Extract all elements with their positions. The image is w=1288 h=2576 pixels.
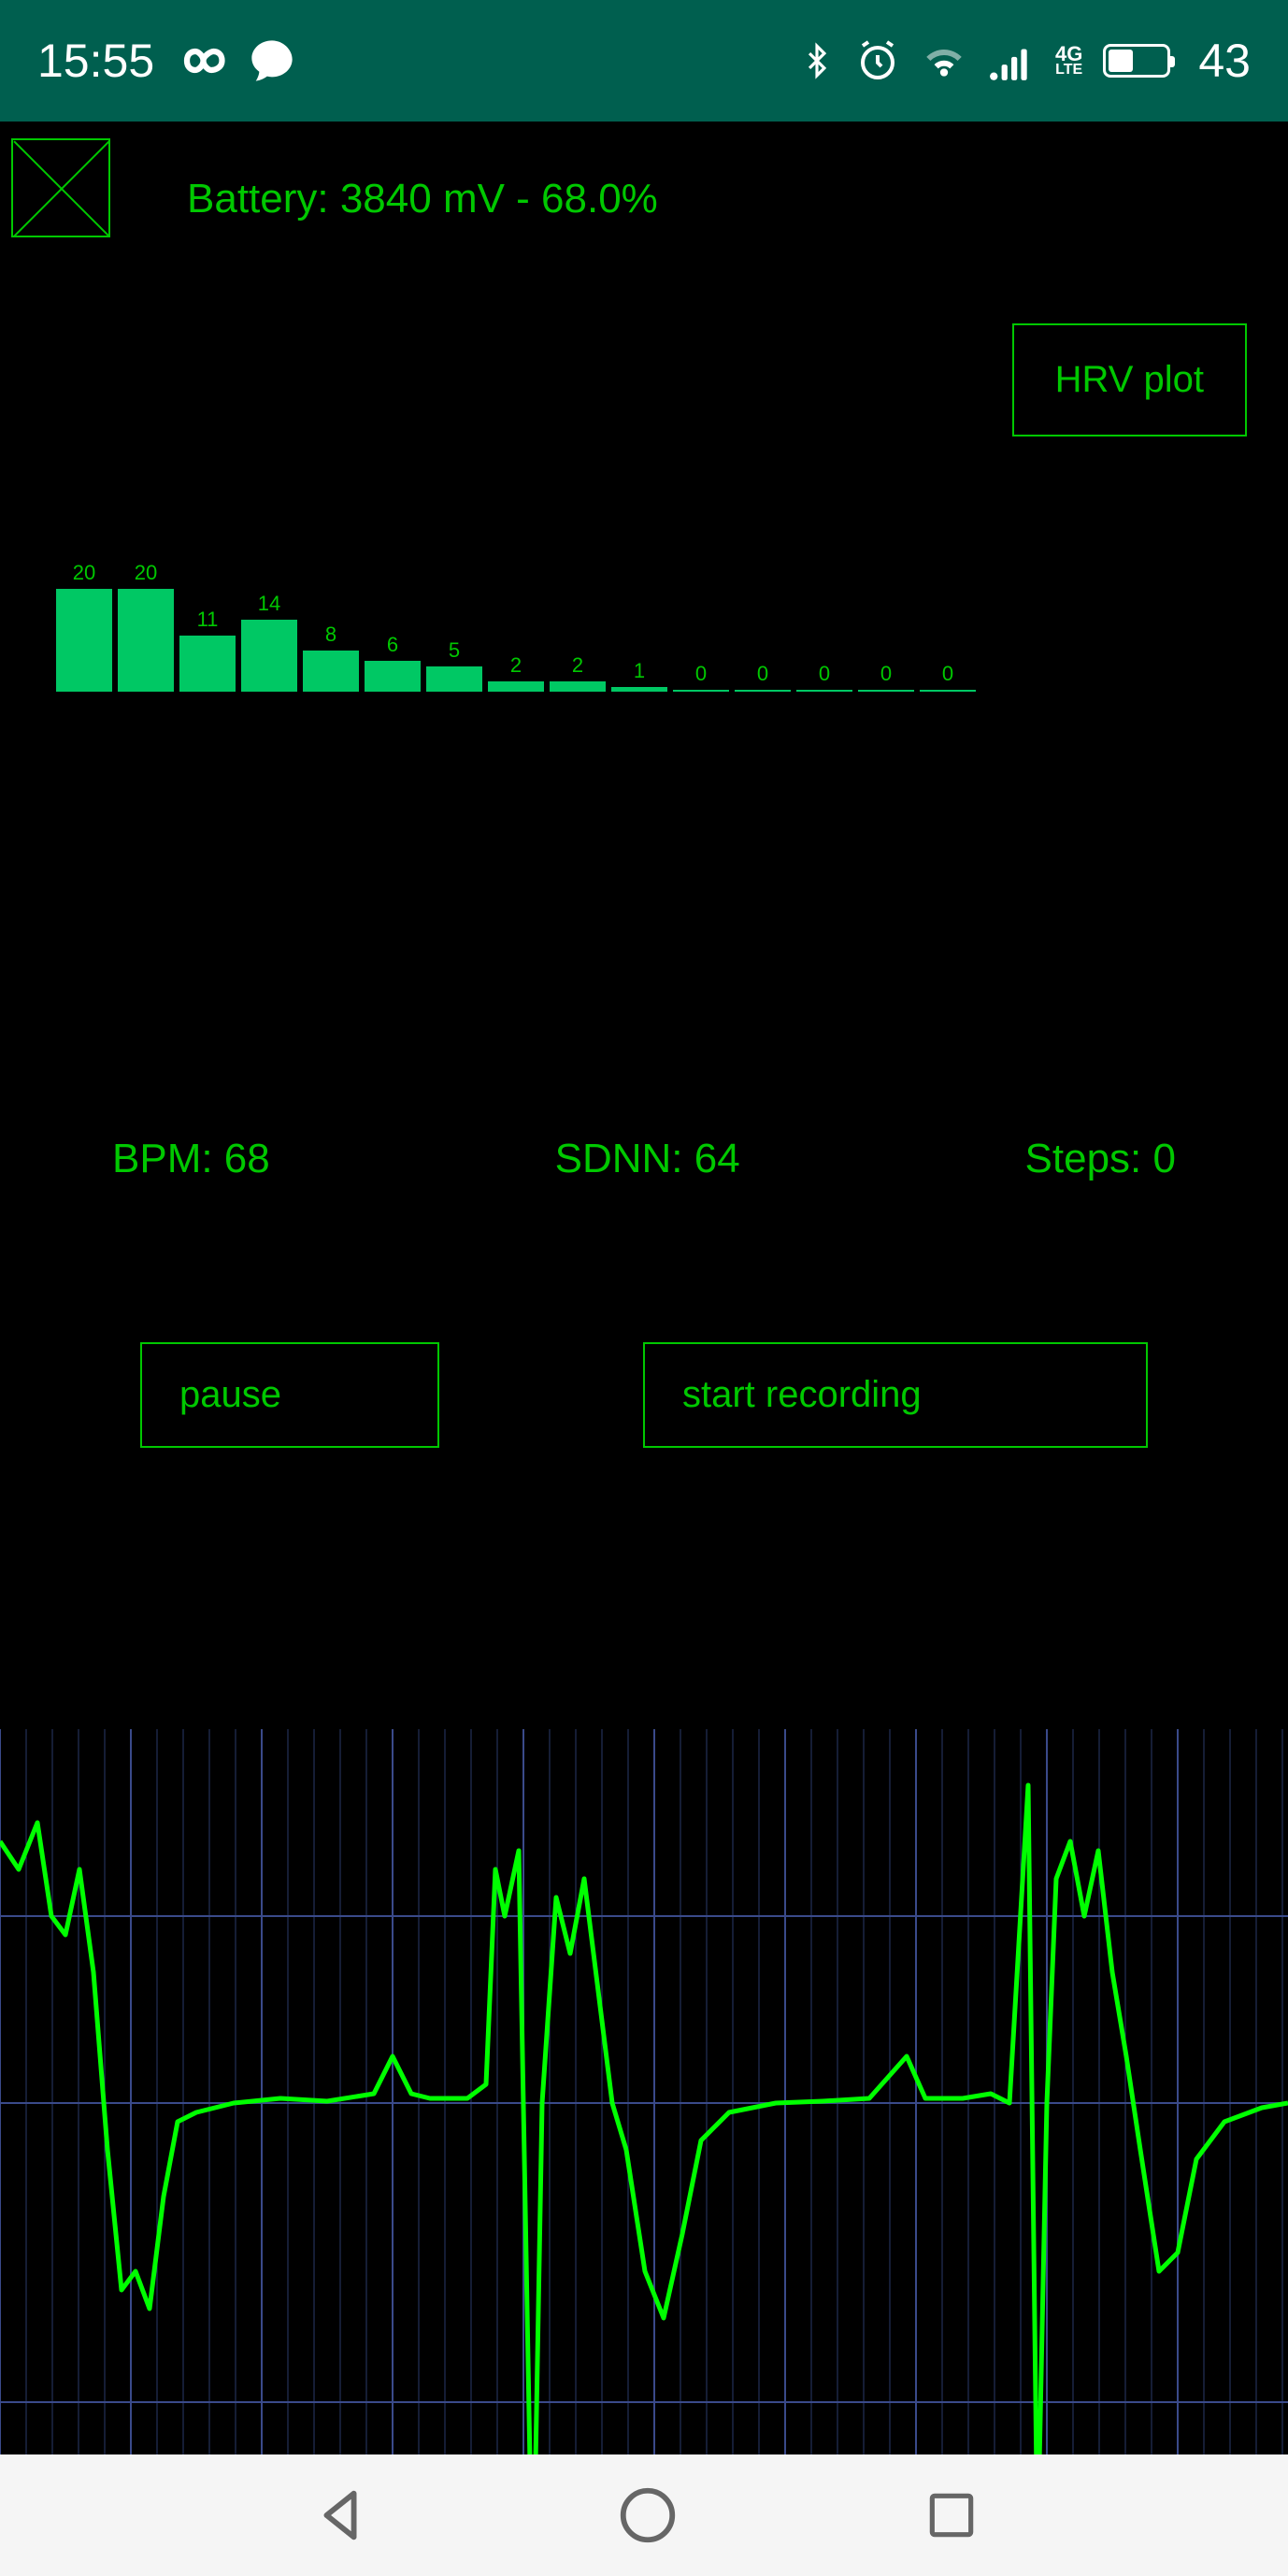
histogram-value-label: 0 (744, 662, 781, 686)
histogram-bar-fill (796, 690, 852, 692)
bluetooth-icon (799, 37, 835, 84)
histogram-bar: 20 (56, 589, 112, 692)
recent-button[interactable] (923, 2486, 980, 2544)
ecg-waveform (0, 1729, 1288, 2576)
histogram-value-label: 20 (65, 561, 103, 585)
network-label: 4G (1055, 45, 1082, 64)
histogram-value-label: 14 (250, 592, 288, 616)
histogram-value-label: 8 (312, 623, 350, 647)
histogram-bar: 11 (179, 636, 236, 693)
histogram-bar: 0 (796, 690, 852, 692)
home-button[interactable] (615, 2483, 680, 2548)
histogram-bar-fill (426, 666, 482, 693)
status-right: 4G LTE 43 (799, 34, 1251, 88)
histogram-value-label: 0 (929, 662, 966, 686)
histogram-bar: 0 (920, 690, 976, 692)
status-left: 15:55 (37, 33, 296, 89)
battery-voltage-label: Battery: 3840 mV - 68.0% (187, 176, 658, 222)
histogram-bar-fill (735, 690, 791, 692)
navigation-bar (0, 2454, 1288, 2576)
infinity-icon (173, 33, 229, 89)
main-content: Battery: 3840 mV - 68.0% HRV plot 202011… (0, 122, 1288, 2454)
histogram-value-label: 0 (806, 662, 843, 686)
histogram-bar: 5 (426, 666, 482, 693)
histogram-bar-fill (179, 636, 236, 693)
control-row: pause start recording (0, 1342, 1288, 1448)
pause-button[interactable]: pause (140, 1342, 439, 1448)
histogram-bar-fill (611, 687, 667, 693)
histogram-value-label: 0 (682, 662, 720, 686)
steps-label: Steps: 0 (1025, 1136, 1176, 1182)
histogram-bar: 2 (550, 681, 606, 692)
histogram-bar: 1 (611, 687, 667, 693)
histogram-bar-fill (550, 681, 606, 692)
start-recording-button[interactable]: start recording (643, 1342, 1148, 1448)
histogram-bar: 0 (858, 690, 914, 692)
alarm-icon (855, 38, 900, 83)
histogram-value-label: 6 (374, 633, 411, 657)
wifi-icon (921, 37, 967, 84)
histogram-bar: 2 (488, 681, 544, 692)
status-bar: 15:55 4G LTE 43 (0, 0, 1288, 122)
chat-icon (248, 36, 296, 85)
histogram-bar-fill (118, 589, 174, 692)
histogram-bar-fill (673, 690, 729, 692)
histogram-bar: 20 (118, 589, 174, 692)
histogram-bar-fill (56, 589, 112, 692)
histogram-bar: 0 (673, 690, 729, 692)
histogram-bar: 0 (735, 690, 791, 692)
histogram-value-label: 2 (559, 653, 596, 678)
signal-icon (988, 37, 1035, 84)
histogram-bar: 8 (303, 651, 359, 692)
hrv-plot-button[interactable]: HRV plot (1012, 323, 1247, 436)
histogram-value-label: 2 (497, 653, 535, 678)
histogram-value-label: 5 (436, 638, 473, 663)
histogram-bar-fill (488, 681, 544, 692)
histogram-value-label: 11 (189, 608, 226, 632)
histogram-bar-fill (241, 620, 297, 692)
histogram-bar: 14 (241, 620, 297, 692)
histogram-bar-fill (920, 690, 976, 692)
histogram-bar-fill (303, 651, 359, 692)
battery-percent: 43 (1198, 34, 1251, 88)
histogram-value-label: 20 (127, 561, 165, 585)
histogram-value-label: 0 (867, 662, 905, 686)
placeholder-image (11, 138, 110, 237)
status-time: 15:55 (37, 34, 154, 88)
histogram-value-label: 1 (621, 659, 658, 683)
network-sublabel: LTE (1055, 64, 1082, 77)
histogram-bar-fill (365, 661, 421, 692)
stats-row: BPM: 68 SDNN: 64 Steps: 0 (0, 1136, 1288, 1182)
network-type: 4G LTE (1055, 45, 1082, 77)
back-button[interactable] (308, 2483, 373, 2548)
bpm-label: BPM: 68 (112, 1136, 270, 1182)
histogram-chart: 2020111486522100000 (56, 589, 976, 692)
battery-icon (1103, 44, 1170, 78)
histogram-bar-fill (858, 690, 914, 692)
sdnn-label: SDNN: 64 (555, 1136, 740, 1182)
histogram-bar: 6 (365, 661, 421, 692)
